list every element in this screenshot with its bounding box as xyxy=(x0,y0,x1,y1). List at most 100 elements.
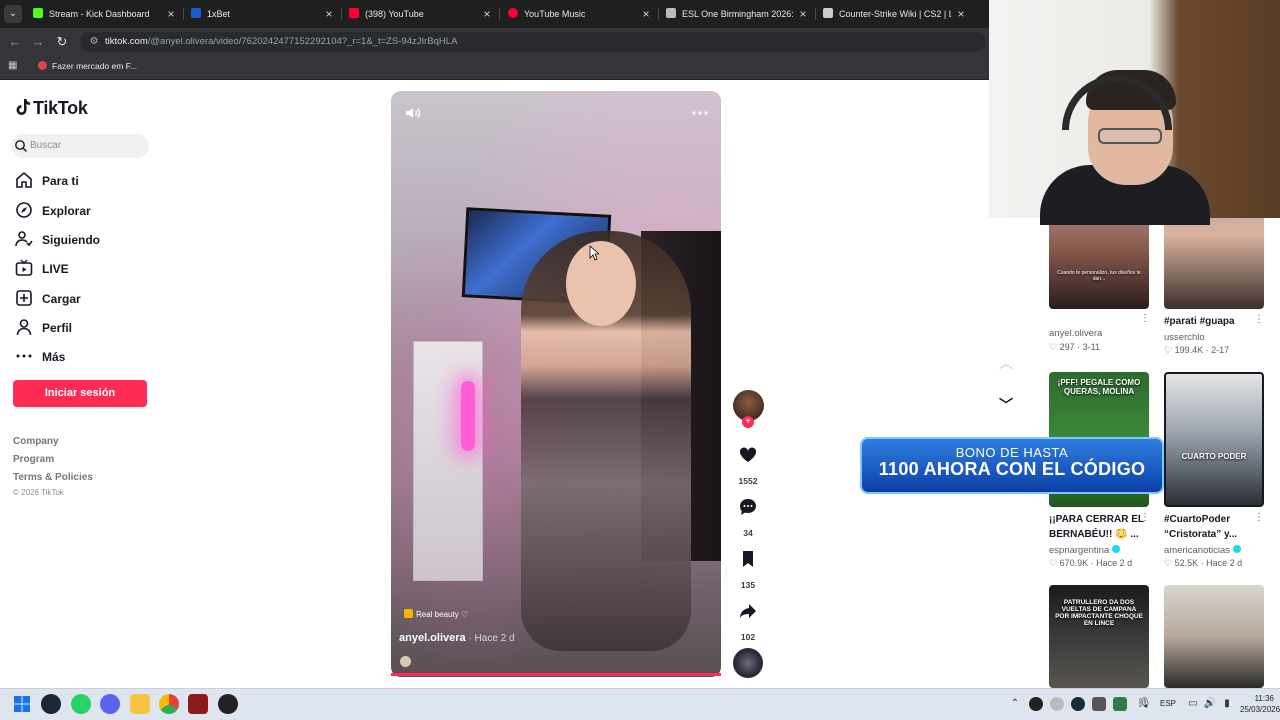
footer-company-link[interactable]: Company xyxy=(13,436,59,447)
video-effect-tag[interactable]: Real beauty ♡ xyxy=(404,609,468,619)
previous-video-icon[interactable]: ︿ xyxy=(994,351,1018,375)
tray-app-icon[interactable] xyxy=(1050,697,1064,711)
search-icon xyxy=(15,140,27,152)
heart-icon[interactable] xyxy=(738,445,758,465)
tab-esl-one[interactable]: ESL One Birmingham 2026: Gro xyxy=(666,3,794,25)
video-thumbnail[interactable]: CUARTO PODER xyxy=(1164,372,1264,507)
close-tab-icon[interactable]: × xyxy=(640,3,652,25)
nav-para-ti[interactable]: Para ti xyxy=(42,174,79,188)
promo-banner-line2: 1100 AHORA CON EL CÓDIGO xyxy=(878,459,1146,479)
site-info-icon[interactable]: ⚙ xyxy=(87,35,101,49)
back-icon[interactable]: ← xyxy=(6,33,24,51)
reload-icon[interactable]: ↻ xyxy=(53,33,71,51)
volume-tray-icon[interactable]: 🔊 xyxy=(1203,697,1217,711)
tray-overflow-icon[interactable]: ⌃ xyxy=(1008,697,1022,711)
tray-app-icon[interactable] xyxy=(1029,697,1043,711)
thumbnail-username[interactable]: usserchlo xyxy=(1164,332,1205,343)
network-icon[interactable]: ▭ xyxy=(1186,697,1200,711)
1xbet-favicon xyxy=(191,8,201,18)
thumbnail-overlay-text: ¡PFF! PEGALE COMO QUERAS, MOLINA xyxy=(1057,378,1141,396)
tiktok-note-icon xyxy=(16,99,30,115)
discord-icon[interactable] xyxy=(100,694,120,714)
tray-app-icon[interactable] xyxy=(1092,697,1106,711)
system-clock[interactable]: 11:36 25/03/2026 xyxy=(1240,693,1280,715)
nav-mas[interactable]: Más xyxy=(42,350,65,364)
thumbnail-more-icon[interactable]: ⋮ xyxy=(1254,512,1264,524)
video-options-icon[interactable] xyxy=(691,104,709,122)
kick-favicon xyxy=(33,8,43,18)
thumbnail-more-icon[interactable]: ⋮ xyxy=(1140,512,1150,524)
thumbnail-username[interactable]: americanoticias xyxy=(1164,545,1241,556)
brand-name: TikTok xyxy=(33,98,88,118)
steam-icon[interactable] xyxy=(41,694,61,714)
video-thumbnail[interactable] xyxy=(1164,585,1264,688)
microphone-icon[interactable]: 🎙 xyxy=(1138,697,1152,711)
tab-title: 1xBet xyxy=(207,9,231,19)
obs-icon[interactable] xyxy=(218,694,238,714)
close-tab-icon[interactable]: × xyxy=(323,3,335,25)
tab-youtube[interactable]: (398) YouTube xyxy=(349,3,479,25)
nav-siguiendo[interactable]: Siguiendo xyxy=(42,233,100,247)
tab-liquipedia[interactable]: Counter-Strike Wiki | CS2 | Liqu xyxy=(823,3,951,25)
video-thumbnail[interactable]: PATRULLERO DA DOS VUELTAS DE CAMPANA POR… xyxy=(1049,585,1149,688)
following-icon xyxy=(15,231,33,247)
bookmark-icon[interactable] xyxy=(738,549,758,569)
verified-badge-icon xyxy=(1232,545,1241,553)
nav-perfil[interactable]: Perfil xyxy=(42,321,72,335)
nav-live[interactable]: LIVE xyxy=(42,262,69,276)
close-tab-icon[interactable]: × xyxy=(797,3,809,25)
video-post-time: · Hace 2 d xyxy=(465,633,515,644)
esl-favicon xyxy=(666,8,676,18)
tiktok-logo[interactable]: TikTok xyxy=(16,98,88,119)
upload-icon xyxy=(16,290,32,306)
url-text[interactable]: tiktok.com/@anyel.olivera/video/76202424… xyxy=(105,36,457,47)
tab-search-button[interactable]: ⌄ xyxy=(4,5,22,23)
music-icon[interactable] xyxy=(400,656,411,667)
bookmark-item[interactable]: Fazer mercado em F... xyxy=(38,61,137,71)
thumbnail-username[interactable]: espnargentina xyxy=(1049,545,1120,556)
dota-icon[interactable] xyxy=(188,694,208,714)
thumbnail-more-icon[interactable]: ⋮ xyxy=(1140,313,1150,325)
login-button[interactable]: Iniciar sesión xyxy=(13,380,147,407)
apps-grid-icon[interactable]: ▦ xyxy=(8,60,20,72)
language-indicator[interactable]: ESP xyxy=(1160,699,1176,708)
thumbnail-title[interactable]: ¡¡PARA CERRAR EL BERNABÉU!! 😳 ... xyxy=(1049,512,1149,542)
file-explorer-icon[interactable] xyxy=(130,694,150,714)
battery-icon[interactable]: ▮ xyxy=(1220,697,1234,711)
thumbnail-more-icon[interactable]: ⋮ xyxy=(1254,314,1264,326)
thumbnail-username-text: espnargentina xyxy=(1049,545,1110,556)
video-player[interactable] xyxy=(391,91,721,677)
video-progress-bar[interactable] xyxy=(391,673,721,676)
close-tab-icon[interactable]: × xyxy=(955,3,967,25)
windows-start-icon[interactable] xyxy=(12,694,32,714)
tab-kick-dashboard[interactable]: Stream - Kick Dashboard xyxy=(33,3,163,25)
music-disc-icon[interactable] xyxy=(733,648,763,678)
follow-plus-icon[interactable]: + xyxy=(742,416,754,428)
like-count: 1552 xyxy=(738,476,758,486)
whatsapp-icon[interactable] xyxy=(71,694,91,714)
share-icon[interactable] xyxy=(738,601,758,621)
nav-cargar[interactable]: Cargar xyxy=(42,292,81,306)
footer-program-link[interactable]: Program xyxy=(13,454,54,465)
video-author[interactable]: anyel.olivera · Hace 2 d xyxy=(399,632,515,644)
youtube-music-favicon xyxy=(508,8,518,18)
tab-youtube-music[interactable]: YouTube Music xyxy=(508,3,638,25)
search-placeholder: Buscar xyxy=(30,140,62,151)
tray-app-icon[interactable] xyxy=(1113,697,1127,711)
chrome-icon[interactable] xyxy=(159,694,179,714)
tray-steam-icon[interactable] xyxy=(1071,697,1085,711)
next-video-icon[interactable]: ﹀ xyxy=(994,393,1018,417)
thumbnail-username[interactable]: anyel.olivera xyxy=(1049,328,1102,339)
promo-banner-line1: BONO DE HASTA xyxy=(955,445,1069,460)
forward-icon[interactable]: → xyxy=(29,33,47,51)
nav-explorar[interactable]: Explorar xyxy=(42,204,91,218)
volume-icon[interactable] xyxy=(404,104,422,122)
thumbnail-title[interactable]: #parati #guapa xyxy=(1164,314,1264,329)
close-tab-icon[interactable]: × xyxy=(481,3,493,25)
thumbnail-title[interactable]: #CuartoPoder “Cristorata” y... xyxy=(1164,512,1264,542)
liquipedia-favicon xyxy=(823,8,833,18)
footer-terms-link[interactable]: Terms & Policies xyxy=(13,472,93,483)
close-tab-icon[interactable]: × xyxy=(165,3,177,25)
comment-icon[interactable] xyxy=(738,497,758,517)
tab-1xbet[interactable]: 1xBet xyxy=(191,3,321,25)
